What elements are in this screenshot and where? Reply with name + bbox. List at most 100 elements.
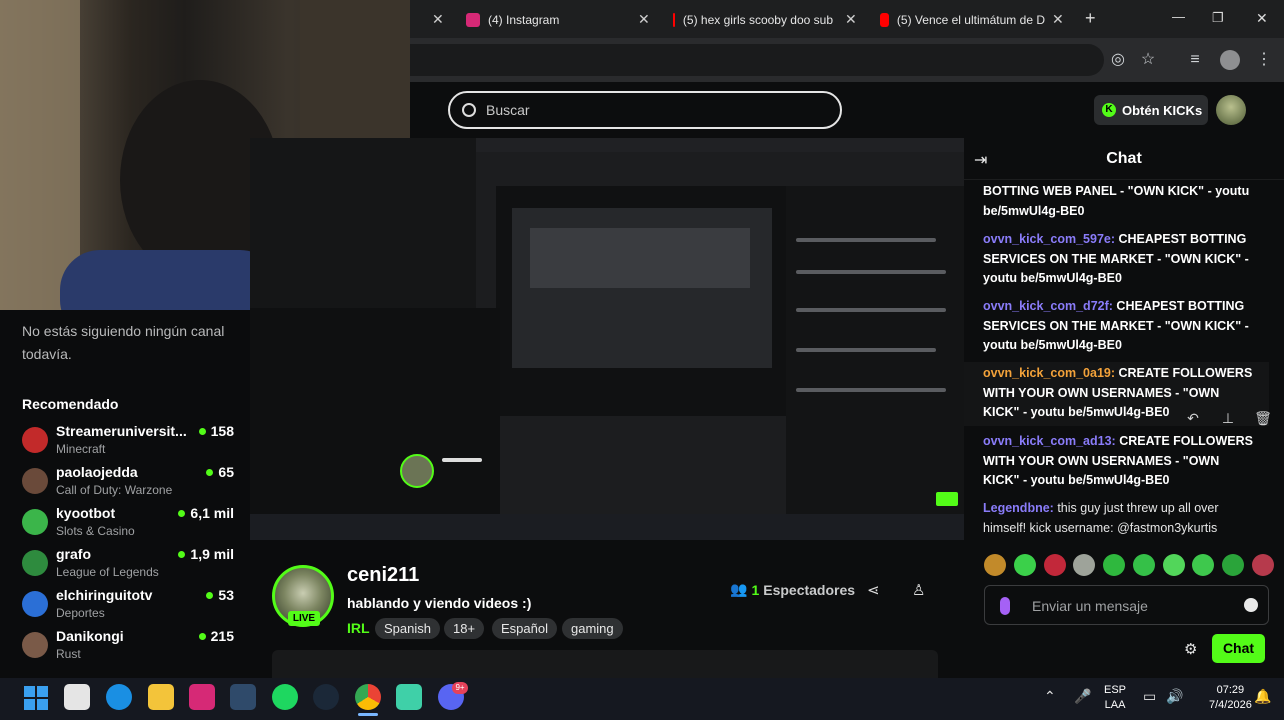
close-tab-icon[interactable]: ✕ <box>638 11 650 28</box>
profile-icon[interactable] <box>1220 50 1240 70</box>
sidebar-item-danikongi[interactable]: Danikongi Rust 215 <box>22 628 234 668</box>
search-placeholder: Buscar <box>486 102 530 118</box>
sidebar-item-elchiringuitotv[interactable]: elchiringuitotv Deportes 53 <box>22 587 234 627</box>
emote-icon[interactable] <box>1013 554 1036 576</box>
send-chat-button[interactable]: Chat <box>1212 634 1265 663</box>
media-icon[interactable]: ≡ <box>1185 50 1205 70</box>
tag-gaming[interactable]: gaming <box>562 618 623 639</box>
emote-icon[interactable] <box>1132 554 1155 576</box>
chat-message: ovvn_kick_com_ad13: CREATE FOLLOWERS WIT… <box>983 432 1259 491</box>
more-icon[interactable]: ⋮ <box>1254 50 1274 70</box>
emoji-icon[interactable] <box>1244 598 1258 612</box>
tab-youtube-2[interactable]: (5) Vence el ultimátum de D <box>880 6 1045 34</box>
chat-panel: ⇥ Chat BOTTING WEB PANEL - "OWN KICK" - … <box>964 138 1284 678</box>
app-icon[interactable] <box>396 684 422 710</box>
mic-icon[interactable] <box>1000 597 1010 615</box>
user-avatar[interactable] <box>1216 95 1246 125</box>
youtube-icon <box>673 13 675 27</box>
emote-icon[interactable] <box>984 554 1006 576</box>
volume-icon[interactable]: 🔊 <box>1166 688 1183 705</box>
emote-icon[interactable] <box>1251 554 1274 576</box>
nested-chat-line <box>796 308 946 312</box>
star-icon[interactable]: ☆ <box>1138 50 1158 70</box>
chrome-icon[interactable] <box>355 684 381 710</box>
emote-icon[interactable] <box>1073 554 1096 576</box>
eye-off-icon[interactable]: ◎ <box>1108 50 1128 70</box>
tab-instagram[interactable]: (4) Instagram <box>466 6 656 34</box>
viewer-count: 1,9 mil <box>178 546 234 562</box>
emote-icon[interactable] <box>1222 554 1245 576</box>
gear-icon[interactable]: ⚙ <box>1184 640 1197 658</box>
mic-tray-icon[interactable]: 🎤 <box>1074 688 1091 705</box>
display-icon[interactable]: ▭ <box>1143 688 1156 705</box>
chat-username[interactable]: ovvn_kick_com_ad13: <box>983 434 1116 448</box>
instagram-app-icon[interactable] <box>189 684 215 710</box>
viewer-count-value: 215 <box>210 628 234 644</box>
pin-icon[interactable]: ⊥ <box>1216 406 1240 430</box>
nested-tab-bar <box>476 138 964 152</box>
tag-spanish[interactable]: Spanish <box>375 618 440 639</box>
recommended-heading: Recomendado <box>22 396 119 412</box>
app-icon[interactable] <box>230 684 256 710</box>
notification-icon[interactable]: 🔔 <box>1254 688 1271 705</box>
sidebar-item-kyootbot[interactable]: kyootbot Slots & Casino 6,1 mil <box>22 505 234 545</box>
follow-icon[interactable]: ♙ <box>912 581 925 599</box>
stream-video[interactable] <box>250 138 964 540</box>
windows-start-icon[interactable] <box>24 686 48 710</box>
sidebar-item-paolaojedda[interactable]: paolaojedda Call of Duty: Warzone 65 <box>22 464 234 504</box>
chat-input[interactable]: Enviar un mensaje <box>984 585 1269 625</box>
tab-youtube-1[interactable]: (5) hex girls scooby doo sub <box>673 6 833 34</box>
streamer-name[interactable]: ceni211 <box>347 564 419 587</box>
viewer-count-value: 53 <box>218 587 234 603</box>
viewer-count-value: 65 <box>218 464 234 480</box>
maximize-button[interactable]: ❐ <box>1212 10 1224 26</box>
steam-icon[interactable] <box>313 684 339 710</box>
get-kicks-button[interactable]: K Obtén KICKs <box>1094 95 1208 125</box>
emote-icon[interactable] <box>1192 554 1215 576</box>
url-field[interactable] <box>410 44 1104 76</box>
live-dot-icon <box>178 550 186 558</box>
delete-icon[interactable]: 🗑 <box>1251 406 1275 430</box>
channel-category: Minecraft <box>56 442 106 456</box>
edge-icon[interactable] <box>106 684 132 710</box>
chat-username[interactable]: ovvn_kick_com_d72f: <box>983 299 1113 313</box>
category-link[interactable]: IRL <box>347 620 370 636</box>
tag-espanol[interactable]: Español <box>492 618 557 639</box>
webcam-wall <box>0 0 80 310</box>
minimize-button[interactable]: — <box>1172 9 1185 24</box>
live-dot-icon <box>206 468 214 476</box>
emote-icon[interactable] <box>1103 554 1126 576</box>
close-tab-icon[interactable]: ✕ <box>845 11 857 28</box>
close-tab-icon[interactable]: ✕ <box>432 11 444 28</box>
tag-18plus[interactable]: 18+ <box>444 618 485 639</box>
chevron-up-icon[interactable]: ⌃ <box>1044 688 1056 705</box>
sidebar-item-grafo[interactable]: grafo League of Legends 1,9 mil <box>22 546 234 586</box>
channel-name: Danikongi <box>56 628 124 644</box>
search-input[interactable]: Buscar <box>448 91 842 129</box>
chat-title: Chat <box>1106 150 1142 167</box>
chat-username[interactable]: Legendbne: <box>983 501 1054 515</box>
close-window-button[interactable]: ✕ <box>1256 10 1268 27</box>
chat-username[interactable]: ovvn_kick_com_0a19: <box>983 366 1115 380</box>
chat-username[interactable]: ovvn_kick_com_597e: <box>983 232 1115 246</box>
new-tab-button[interactable]: + <box>1085 8 1096 29</box>
channel-category: Slots & Casino <box>56 524 135 538</box>
channel-name: Streameruniversit... <box>56 423 187 439</box>
language-indicator[interactable]: ESP LAA <box>1104 683 1126 713</box>
viewer-count: 158 <box>198 423 234 439</box>
close-tab-icon[interactable]: ✕ <box>1052 11 1064 28</box>
clock[interactable]: 07:29 7/4/2026 <box>1209 683 1252 713</box>
sidebar-item-streameruniversit[interactable]: Streameruniversit... Minecraft 158 <box>22 423 234 463</box>
spotify-icon[interactable] <box>272 684 298 710</box>
store-icon[interactable] <box>64 684 90 710</box>
file-explorer-icon[interactable] <box>148 684 174 710</box>
share-icon[interactable]: ⋖ <box>867 581 880 599</box>
youtube-icon <box>880 13 889 27</box>
reply-icon[interactable]: ↶ <box>1181 406 1205 430</box>
emote-icon[interactable] <box>1043 554 1066 576</box>
notification-badge: 9+ <box>452 682 468 694</box>
active-app-indicator <box>358 713 378 716</box>
emote-icon[interactable] <box>1162 554 1185 576</box>
tab-label: (5) Vence el ultimátum de D <box>896 13 1045 27</box>
following-empty-text: No estás siguiendo ningún canal todavía. <box>22 323 225 362</box>
